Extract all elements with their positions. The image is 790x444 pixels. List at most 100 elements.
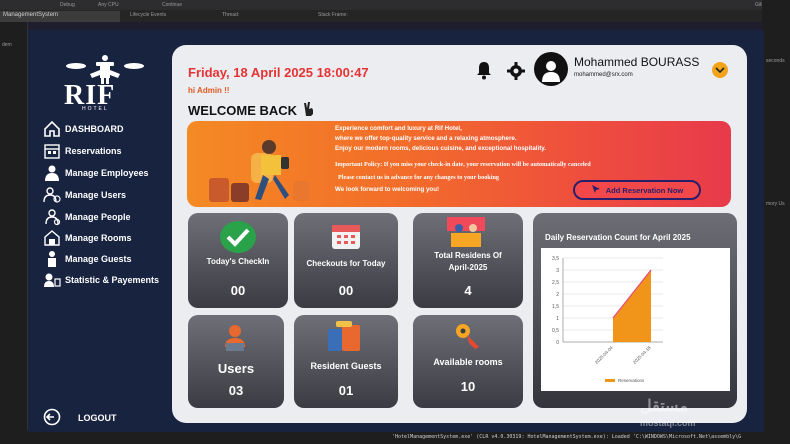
- add-reservation-label: Add Reservation Now: [605, 185, 684, 195]
- chevron-down-icon: [715, 61, 725, 79]
- banner-contact: Please contact us in advance for any cha…: [338, 174, 499, 181]
- ide-debug-label[interactable]: Debug: [60, 2, 75, 8]
- logout-button[interactable]: LOGOUT: [42, 407, 117, 429]
- checkmark-icon: [218, 219, 258, 260]
- watermark-latin: mostaql.com: [640, 418, 696, 428]
- chart-legend-swatch: [605, 379, 615, 382]
- sidebar-item-statistics[interactable]: Statistic & Payements: [42, 270, 159, 290]
- checkin-label: Today's CheckIn: [206, 257, 270, 266]
- sidebar-item-label: Manage Employees: [65, 168, 149, 178]
- sidebar-item-users[interactable]: Manage Users: [42, 185, 126, 205]
- sidebar-item-label: Manage Users: [65, 190, 127, 200]
- room-key-icon: [453, 321, 483, 356]
- chart-y-tick-label: 0: [556, 340, 559, 346]
- chart-y-tick-label: 3,5: [552, 256, 559, 262]
- ide-stackframe-label: Stack Frame:: [318, 12, 348, 18]
- chart-x-tick-label: 2025-04-18: [632, 345, 652, 365]
- reservation-area-chart: 0 0,5 1 1,5 2 2,5 3 3,5 2025-04-04 2025-04-18 Rese…: [552, 256, 663, 383]
- sidebar-item-label: DASHBOARD: [65, 124, 124, 134]
- ide-left-label: dem: [2, 42, 12, 48]
- banner-closing: We look forward to welcoming you!: [335, 186, 440, 193]
- checkout-label: Checkouts for Today: [306, 259, 386, 268]
- sidebar-item-label: Manage Rooms: [65, 233, 132, 243]
- chart-panel: 0 0,5 1 1,5 2 2,5 3 3,5 2025-04-04 2025-04-18 Rese…: [541, 248, 730, 391]
- current-datetime: Friday, 18 April 2025 18:00:47: [188, 65, 369, 80]
- available-rooms-card[interactable]: Available rooms 10: [413, 315, 523, 408]
- ide-continue-label[interactable]: Continue: [162, 2, 182, 8]
- traveler-illustration-icon: [207, 133, 317, 207]
- ide-right-label-2: mory Us: [766, 201, 785, 207]
- users-card[interactable]: Users 03: [188, 315, 284, 408]
- logout-label: LOGOUT: [78, 413, 117, 423]
- available-rooms-value: 10: [460, 379, 476, 394]
- residents-value: 4: [464, 283, 472, 298]
- calendar-checkout-icon: [330, 221, 362, 256]
- sidebar-item-label: Statistic & Payements: [65, 275, 160, 285]
- ide-output-panel: 'HotelManagementSystem.exe' (CLR v4.0.30…: [0, 430, 790, 444]
- checkout-card[interactable]: Checkouts for Today 00: [294, 213, 398, 308]
- cursor-pointer-icon: [591, 184, 601, 196]
- sidebar-item-label: Reservations: [65, 146, 122, 156]
- resident-guests-value: 01: [338, 383, 354, 398]
- employee-icon: [42, 164, 62, 182]
- banner-line-3: Enjoy our modern rooms, delicious cuisin…: [335, 145, 546, 152]
- checkout-value: 00: [338, 283, 354, 298]
- user-email: mohammed@srx.com: [574, 72, 633, 78]
- users-value: 03: [228, 383, 244, 398]
- chart-y-tick-label: 0,5: [552, 328, 559, 334]
- settings-gear-icon[interactable]: [506, 61, 526, 86]
- residents-label-2: April-2025: [448, 263, 488, 272]
- people-icon: [42, 208, 62, 226]
- user-name: Mohammed BOURASS: [574, 55, 700, 69]
- chart-y-tick-label: 3: [556, 268, 559, 274]
- notification-bell-icon[interactable]: [475, 60, 493, 85]
- victory-hand-icon: [301, 101, 317, 120]
- sidebar-item-people[interactable]: Manage People: [42, 207, 131, 227]
- banner-line-1: Experience comfort and luxury at Rif Hot…: [335, 125, 462, 132]
- chart-x-tick-label: 2025-04-04: [594, 345, 614, 365]
- watermark-arabic: مستقل: [640, 398, 688, 415]
- sidebar-item-dashboard[interactable]: DASHBOARD: [42, 119, 124, 139]
- chart-title: Daily Reservation Count for April 2025: [545, 233, 691, 242]
- welcome-heading: WELCOME BACK: [188, 101, 317, 120]
- ide-project-tab[interactable]: ManagementSystem: [0, 11, 120, 22]
- banner-line-2: where we offer top-quality service and a…: [335, 135, 517, 142]
- logo-subtitle: HOTEL: [82, 106, 109, 112]
- reception-icon: [445, 215, 487, 254]
- admin-greeting: hi Admin !!: [188, 86, 230, 95]
- resident-guests-card[interactable]: Resident Guests 01: [294, 315, 398, 408]
- ide-right-label-1: seconds: [766, 58, 785, 64]
- users-label: Users: [217, 361, 255, 376]
- avatar[interactable]: [534, 52, 568, 86]
- logout-icon: [42, 407, 62, 429]
- checkin-card[interactable]: Today's CheckIn 00: [188, 213, 288, 308]
- ide-thread-label: Thread:: [222, 12, 240, 18]
- add-reservation-button[interactable]: Add Reservation Now: [573, 180, 701, 200]
- resident-guests-label: Resident Guests: [310, 361, 382, 371]
- residents-label-1: Total Residens Of: [434, 251, 502, 260]
- guests-icon: [42, 250, 62, 268]
- home-icon: [42, 120, 62, 138]
- chart-legend-label: Reservations: [618, 378, 645, 383]
- sidebar-item-guests[interactable]: Manage Guests: [42, 249, 132, 269]
- welcome-text: WELCOME BACK: [188, 103, 298, 118]
- banner-policy: Important Policy: If you miss your check…: [335, 161, 591, 168]
- user-menu-toggle[interactable]: [712, 62, 728, 78]
- sidebar-item-rooms[interactable]: Manage Rooms: [42, 228, 132, 248]
- ide-cpu-label[interactable]: Any CPU: [98, 2, 119, 8]
- ide-lifecycle-label[interactable]: Lifecycle Events: [130, 12, 166, 18]
- calendar-icon: [42, 142, 62, 160]
- chart-y-tick-label: 2: [556, 292, 559, 298]
- user-laptop-icon: [220, 323, 250, 358]
- rooms-icon: [42, 229, 62, 247]
- users-icon: [42, 186, 62, 204]
- ide-left-panel: dem: [0, 22, 28, 444]
- ide-right-panel: seconds mory Us: [762, 0, 790, 444]
- ide-output-line: 'HotelManagementSystem.exe' (CLR v4.0.30…: [392, 434, 742, 440]
- chart-y-tick-label: 2,5: [552, 280, 559, 286]
- sidebar-item-label: Manage Guests: [65, 254, 132, 264]
- sidebar-item-employees[interactable]: Manage Employees: [42, 163, 149, 183]
- statistics-icon: [42, 271, 62, 289]
- sidebar-item-reservations[interactable]: Reservations: [42, 141, 122, 161]
- residents-card[interactable]: Total Residens Of April-2025 4: [413, 213, 523, 308]
